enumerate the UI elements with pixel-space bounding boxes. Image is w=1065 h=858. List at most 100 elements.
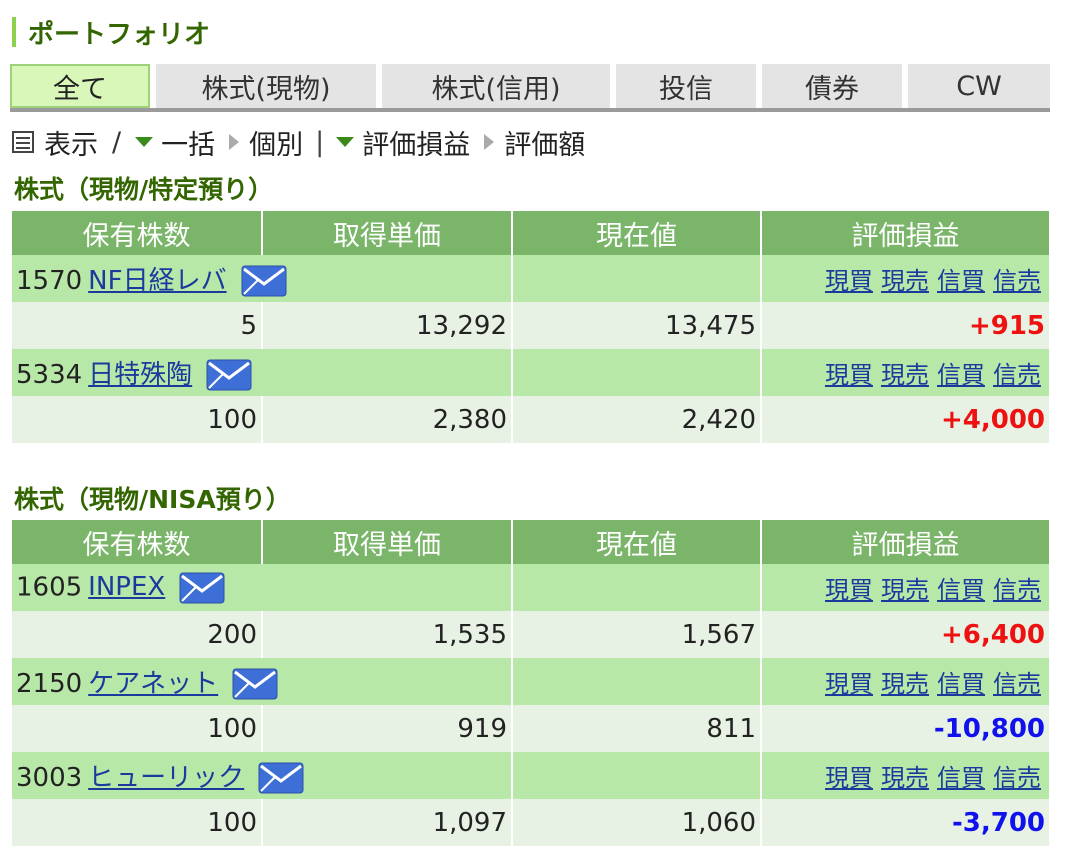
trade-links: 現買 現売 信買 信売 bbox=[761, 658, 1049, 705]
col-header-cost: 取得単価 bbox=[262, 211, 513, 255]
display-label: 表示 bbox=[44, 129, 98, 161]
margin-buy-link[interactable]: 信買 bbox=[937, 670, 985, 698]
trade-links: 現買 現売 信買 信売 bbox=[761, 349, 1049, 396]
stock-name-link[interactable]: ヒューリック bbox=[88, 763, 244, 793]
page-title: ポートフォリオ bbox=[28, 19, 211, 50]
cash-sell-link[interactable]: 現売 bbox=[881, 670, 929, 698]
pl-value: +915 bbox=[761, 302, 1049, 349]
stock-name-link[interactable]: NF日経レバ bbox=[88, 266, 226, 296]
account-tabs: 全て 株式(現物) 株式(信用) 投信 債券 CW bbox=[10, 64, 1050, 112]
tab-cw[interactable]: CW bbox=[908, 64, 1050, 108]
holding-name-row: 1605 INPEX 現買 現売 信買 信売 bbox=[12, 564, 1049, 611]
section-title-specific: 株式（現物/特定預り） bbox=[14, 175, 274, 204]
cash-buy-link[interactable]: 現買 bbox=[825, 267, 873, 295]
cash-buy-link[interactable]: 現買 bbox=[825, 764, 873, 792]
triangle-right-icon bbox=[229, 134, 240, 150]
holding-name-row: 3003 ヒューリック 現買 現売 信買 信売 bbox=[12, 752, 1049, 799]
page-header: ポートフォリオ bbox=[12, 14, 210, 50]
table-header-row: 保有株数 取得単価 現在値 評価損益 bbox=[12, 520, 1049, 564]
cash-buy-link[interactable]: 現買 bbox=[825, 670, 873, 698]
triangle-down-icon bbox=[135, 137, 154, 147]
value-view-toggle[interactable]: 評価額 bbox=[504, 123, 585, 162]
mail-icon[interactable] bbox=[179, 572, 225, 604]
col-header-pl: 評価損益 bbox=[761, 211, 1049, 255]
shares-value: 100 bbox=[12, 705, 263, 752]
cash-sell-link[interactable]: 現売 bbox=[881, 576, 929, 604]
holding-value-row: 200 1,535 1,567 +6,400 bbox=[12, 611, 1049, 658]
stock-code: 1570 bbox=[16, 265, 83, 296]
stock-name-link[interactable]: INPEX bbox=[88, 572, 165, 602]
mail-icon[interactable] bbox=[232, 668, 278, 700]
price-value: 1,567 bbox=[512, 611, 762, 658]
header-accent-bar bbox=[12, 17, 16, 47]
holding-name-row: 2150 ケアネット 現買 現売 信買 信売 bbox=[12, 658, 1049, 705]
stock-name-link[interactable]: ケアネット bbox=[88, 669, 218, 699]
cost-value: 13,292 bbox=[262, 302, 513, 349]
cash-sell-link[interactable]: 現売 bbox=[881, 361, 929, 389]
cash-sell-link[interactable]: 現売 bbox=[881, 764, 929, 792]
price-value: 811 bbox=[512, 705, 762, 752]
cash-buy-link[interactable]: 現買 bbox=[825, 361, 873, 389]
holding-name-row: 5334 日特殊陶 現買 現売 信買 信売 bbox=[12, 349, 1049, 396]
tab-funds[interactable]: 投信 bbox=[616, 64, 756, 108]
shares-value: 5 bbox=[12, 302, 263, 349]
trade-links: 現買 現売 信買 信売 bbox=[761, 564, 1049, 611]
shares-value: 100 bbox=[12, 799, 263, 846]
divider: | bbox=[315, 126, 325, 158]
table-header-row: 保有株数 取得単価 現在値 評価損益 bbox=[12, 211, 1049, 255]
holding-value-row: 5 13,292 13,475 +915 bbox=[12, 302, 1049, 349]
margin-buy-link[interactable]: 信買 bbox=[937, 267, 985, 295]
tab-bonds[interactable]: 債券 bbox=[762, 64, 902, 108]
margin-buy-link[interactable]: 信買 bbox=[937, 361, 985, 389]
margin-buy-link[interactable]: 信買 bbox=[937, 764, 985, 792]
margin-sell-link[interactable]: 信売 bbox=[993, 764, 1041, 792]
mail-icon[interactable] bbox=[258, 762, 304, 794]
pl-view-toggle[interactable]: 評価損益 bbox=[362, 123, 470, 162]
price-value: 2,420 bbox=[512, 396, 762, 443]
tab-all[interactable]: 全て bbox=[10, 64, 150, 108]
pl-value: -10,800 bbox=[761, 705, 1049, 752]
tab-stock-cash[interactable]: 株式(現物) bbox=[156, 64, 376, 108]
col-header-shares: 保有株数 bbox=[12, 520, 263, 564]
col-header-shares: 保有株数 bbox=[12, 211, 263, 255]
pl-value: +6,400 bbox=[761, 611, 1049, 658]
holdings-table-specific: 保有株数 取得単価 現在値 評価損益 1570 NF日経レバ 現買 現売 信買 信売 5… bbox=[12, 211, 1049, 443]
trade-links: 現買 現売 信買 信売 bbox=[761, 752, 1049, 799]
stock-name-link[interactable]: 日特殊陶 bbox=[88, 360, 192, 390]
col-header-pl: 評価損益 bbox=[761, 520, 1049, 564]
mail-icon[interactable] bbox=[241, 265, 287, 297]
list-icon bbox=[12, 131, 34, 153]
price-value: 1,060 bbox=[512, 799, 762, 846]
cash-sell-link[interactable]: 現売 bbox=[881, 267, 929, 295]
triangle-right-icon bbox=[484, 134, 495, 150]
shares-value: 100 bbox=[12, 396, 263, 443]
holding-value-row: 100 2,380 2,420 +4,000 bbox=[12, 396, 1049, 443]
margin-sell-link[interactable]: 信売 bbox=[993, 361, 1041, 389]
slash-separator: / bbox=[112, 126, 122, 158]
cost-value: 919 bbox=[262, 705, 513, 752]
section-title-nisa: 株式（現物/NISA預り） bbox=[14, 485, 291, 514]
col-header-price: 現在値 bbox=[512, 520, 762, 564]
holding-value-row: 100 919 811 -10,800 bbox=[12, 705, 1049, 752]
cost-value: 1,535 bbox=[262, 611, 513, 658]
margin-sell-link[interactable]: 信売 bbox=[993, 267, 1041, 295]
trade-links: 現買 現売 信買 信売 bbox=[761, 255, 1049, 302]
margin-sell-link[interactable]: 信売 bbox=[993, 576, 1041, 604]
stock-code: 2150 bbox=[16, 668, 83, 699]
cash-buy-link[interactable]: 現買 bbox=[825, 576, 873, 604]
tab-stock-margin[interactable]: 株式(信用) bbox=[382, 64, 610, 108]
cost-value: 1,097 bbox=[262, 799, 513, 846]
mail-icon[interactable] bbox=[206, 359, 252, 391]
stock-code: 1605 bbox=[16, 572, 83, 602]
bulk-view-toggle[interactable]: 一括 bbox=[161, 123, 215, 162]
individual-view-toggle[interactable]: 個別 bbox=[249, 123, 303, 162]
margin-buy-link[interactable]: 信買 bbox=[937, 576, 985, 604]
price-value: 13,475 bbox=[512, 302, 762, 349]
stock-code: 5334 bbox=[16, 359, 83, 390]
margin-sell-link[interactable]: 信売 bbox=[993, 670, 1041, 698]
holding-name-row: 1570 NF日経レバ 現買 現売 信買 信売 bbox=[12, 255, 1049, 302]
col-header-price: 現在値 bbox=[512, 211, 762, 255]
holdings-table-nisa: 保有株数 取得単価 現在値 評価損益 1605 INPEX 現買 現売 信買 信売 20… bbox=[12, 520, 1049, 846]
cost-value: 2,380 bbox=[262, 396, 513, 443]
pl-value: -3,700 bbox=[761, 799, 1049, 846]
